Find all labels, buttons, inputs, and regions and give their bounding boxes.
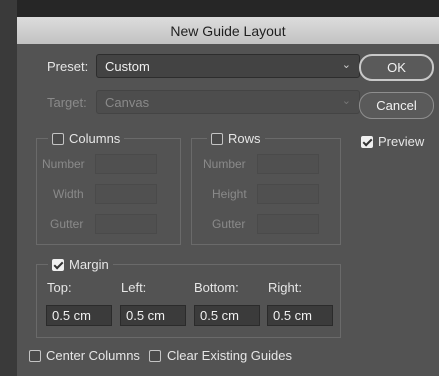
columns-checkbox[interactable] <box>52 132 64 145</box>
columns-legend: Columns <box>48 131 125 146</box>
ok-button-label: OK <box>387 60 406 75</box>
margin-top-input[interactable]: 0.5 cm <box>46 305 112 326</box>
columns-width-field <box>95 184 157 204</box>
margin-checkbox[interactable] <box>52 258 64 271</box>
target-value: Canvas <box>105 95 150 110</box>
preset-label: Preset: <box>47 59 89 74</box>
rows-label: Rows <box>228 131 261 146</box>
center-columns-label: Center Columns <box>46 348 140 363</box>
margin-bottom-label: Bottom: <box>194 280 239 295</box>
columns-number-label: Number <box>42 157 85 171</box>
rows-height-field <box>257 184 319 204</box>
preset-value: Custom <box>105 59 150 74</box>
columns-gutter-field <box>95 214 157 234</box>
preset-select[interactable]: Custom ⌄ <box>96 54 360 78</box>
chevron-down-icon: ⌄ <box>341 59 351 71</box>
new-guide-layout-dialog: Preset: Custom ⌄ Target: Canvas ⌄ OK Can… <box>17 44 439 376</box>
rows-gutter-field <box>257 214 319 234</box>
background-top <box>17 0 439 17</box>
columns-gutter-label: Gutter <box>50 217 84 231</box>
clear-guides-label: Clear Existing Guides <box>167 348 292 363</box>
target-label: Target: <box>47 95 87 110</box>
margin-top-label: Top: <box>47 280 72 295</box>
preview-checkbox[interactable] <box>361 136 373 148</box>
clear-guides-checkbox[interactable] <box>149 350 161 362</box>
margin-left-label: Left: <box>121 280 147 295</box>
center-columns-checkbox[interactable] <box>29 350 41 362</box>
rows-gutter-label: Gutter <box>212 217 246 231</box>
columns-width-label: Width <box>53 187 84 201</box>
margin-bottom-input[interactable]: 0.5 cm <box>194 305 260 326</box>
columns-label: Columns <box>69 131 121 146</box>
dialog-title: New Guide Layout <box>170 22 286 39</box>
rows-number-label: Number <box>203 157 246 171</box>
background-strip <box>0 0 17 376</box>
margin-right-input[interactable]: 0.5 cm <box>267 305 333 326</box>
chevron-down-icon: ⌄ <box>341 95 351 107</box>
margin-right-label: Right: <box>268 280 302 295</box>
columns-number-field <box>95 154 157 174</box>
cancel-button-label: Cancel <box>376 98 417 113</box>
cancel-button[interactable]: Cancel <box>359 92 434 119</box>
margin-group <box>36 264 341 338</box>
rows-number-field <box>257 154 319 174</box>
dialog-title-bar[interactable]: New Guide Layout <box>17 17 439 45</box>
rows-legend: Rows <box>207 131 265 146</box>
ok-button[interactable]: OK <box>359 54 434 81</box>
preview-label: Preview <box>378 134 425 149</box>
rows-checkbox[interactable] <box>211 132 223 145</box>
rows-height-label: Height <box>212 187 247 201</box>
margin-legend: Margin <box>48 257 113 272</box>
target-select: Canvas ⌄ <box>96 90 360 114</box>
margin-left-input[interactable]: 0.5 cm <box>120 305 186 326</box>
margin-label: Margin <box>69 257 109 272</box>
